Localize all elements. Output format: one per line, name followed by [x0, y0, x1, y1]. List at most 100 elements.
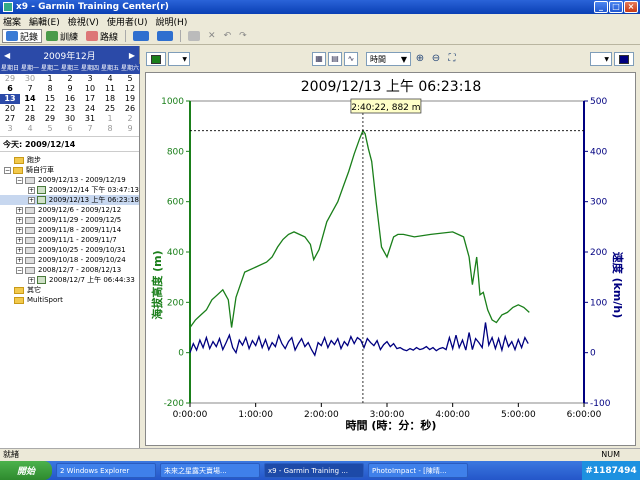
taskbar-item-active[interactable]: x9 - Garmin Training ...: [264, 463, 364, 478]
expand-icon[interactable]: +: [16, 226, 23, 234]
calendar-day[interactable]: 7: [80, 124, 100, 134]
tree-item-week[interactable]: −2009/12/13 - 2009/12/19: [0, 175, 139, 185]
calendar-day[interactable]: 19: [120, 94, 140, 104]
courses-button[interactable]: 路線: [82, 29, 122, 43]
tree-item-week[interactable]: +2009/11/1 - 2009/11/7: [0, 235, 139, 245]
calendar-day[interactable]: 3: [80, 74, 100, 84]
expand-icon[interactable]: +: [16, 256, 23, 264]
tree-item-week[interactable]: +2009/10/18 - 2009/10/24: [0, 255, 139, 265]
menu-user[interactable]: 使用者(U): [107, 15, 148, 28]
tree-item-activity-selected[interactable]: +2009/12/13 上午 06:23:18: [0, 195, 139, 205]
collapse-icon[interactable]: −: [16, 176, 23, 184]
right-series-color-picker[interactable]: [614, 52, 634, 66]
calendar-day[interactable]: 28: [20, 114, 40, 124]
calendar-day[interactable]: 7: [20, 84, 40, 94]
collapse-icon[interactable]: −: [4, 166, 11, 174]
calendar-day[interactable]: 1: [40, 74, 60, 84]
calendar-day[interactable]: 5: [40, 124, 60, 134]
calendar-day[interactable]: 27: [0, 114, 20, 124]
left-series-color-picker[interactable]: [146, 52, 166, 66]
tree-item-week[interactable]: +2009/11/8 - 2009/11/14: [0, 225, 139, 235]
menu-file[interactable]: 檔案: [3, 15, 21, 28]
start-button[interactable]: 開始: [0, 461, 52, 480]
expand-icon[interactable]: +: [28, 196, 35, 204]
taskbar-item[interactable]: PhotoImpact - [陳晴...: [368, 463, 468, 478]
history-button[interactable]: 記錄: [2, 29, 43, 43]
calendar-day[interactable]: 9: [60, 84, 80, 94]
taskbar-item[interactable]: 未來之星露天賣場...: [160, 463, 260, 478]
maximize-button[interactable]: □: [609, 1, 623, 13]
calendar-day[interactable]: 14: [20, 94, 40, 104]
left-series-dropdown[interactable]: ▼: [168, 52, 190, 66]
calendar-day[interactable]: 6: [60, 124, 80, 134]
calendar-day[interactable]: 18: [100, 94, 120, 104]
calendar-day[interactable]: 9: [120, 124, 140, 134]
calendar-day[interactable]: 16: [60, 94, 80, 104]
grid-icon[interactable]: ▦: [312, 52, 326, 66]
tree-item-other[interactable]: 其它: [0, 285, 139, 295]
calendar-day[interactable]: 6: [0, 84, 20, 94]
receive-from-device-button[interactable]: [129, 29, 153, 43]
calendar-day[interactable]: 11: [100, 84, 120, 94]
expand-icon[interactable]: +: [16, 216, 23, 224]
calendar-day[interactable]: 2: [60, 74, 80, 84]
calendar-day[interactable]: 10: [80, 84, 100, 94]
calendar-day[interactable]: 22: [40, 104, 60, 114]
calendar-day[interactable]: 29: [0, 74, 20, 84]
collapse-icon[interactable]: −: [16, 266, 23, 274]
calendar-day[interactable]: 4: [100, 74, 120, 84]
zoom-out-icon[interactable]: ⊖: [429, 52, 443, 66]
prev-month-icon[interactable]: ◀: [4, 51, 10, 60]
calendar-day[interactable]: 4: [20, 124, 40, 134]
tree-item-running[interactable]: 跑步: [0, 155, 139, 165]
zoom-fit-icon[interactable]: ⛶: [445, 52, 459, 66]
send-to-device-button[interactable]: [153, 29, 177, 43]
calendar-day[interactable]: 3: [0, 124, 20, 134]
expand-icon[interactable]: +: [28, 276, 35, 284]
calendar-day[interactable]: 20: [0, 104, 20, 114]
calendar-day[interactable]: 31: [80, 114, 100, 124]
tree-item-multisport[interactable]: MultiSport: [0, 295, 139, 305]
expand-icon[interactable]: +: [16, 236, 23, 244]
calendar-day[interactable]: 8: [100, 124, 120, 134]
expand-icon[interactable]: +: [28, 186, 35, 194]
calendar-day[interactable]: 25: [100, 104, 120, 114]
expand-icon[interactable]: +: [16, 206, 23, 214]
smooth-line-icon[interactable]: ∿: [344, 52, 358, 66]
tree-item-week[interactable]: +2009/12/6 - 2009/12/12: [0, 205, 139, 215]
calendar-day[interactable]: 5: [120, 74, 140, 84]
right-series-dropdown[interactable]: ▼: [590, 52, 612, 66]
calendar-day[interactable]: 21: [20, 104, 40, 114]
calendar-day-selected[interactable]: 13: [0, 94, 20, 104]
close-button[interactable]: ×: [624, 1, 638, 13]
tree-item-week[interactable]: −2008/12/7 - 2008/12/13: [0, 265, 139, 275]
menu-help[interactable]: 說明(H): [156, 15, 188, 28]
taskbar-item[interactable]: 2 Windows Explorer: [56, 463, 156, 478]
calendar-day[interactable]: 26: [120, 104, 140, 114]
chart-area[interactable]: 2009/12/13 上午 06:23:18 0:00:00 1:00:00 2:0…: [145, 72, 636, 446]
calendar-day[interactable]: 30: [20, 74, 40, 84]
calendar-day[interactable]: 1: [100, 114, 120, 124]
redo-button[interactable]: ↷: [235, 29, 251, 43]
today-label[interactable]: 今天: 2009/12/14: [0, 136, 139, 152]
split-view-icon[interactable]: ▤: [328, 52, 342, 66]
calendar-day[interactable]: 24: [80, 104, 100, 114]
undo-button[interactable]: ↶: [220, 29, 236, 43]
tree-item-biking[interactable]: − 騎自行車: [0, 165, 139, 175]
tree-item-week[interactable]: +2009/11/29 - 2009/12/5: [0, 215, 139, 225]
calendar-day[interactable]: 8: [40, 84, 60, 94]
calendar-day[interactable]: 29: [40, 114, 60, 124]
tree-item-activity[interactable]: +2008/12/7 上午 06:44:33: [0, 275, 139, 285]
calendar-day[interactable]: 30: [60, 114, 80, 124]
tree-item-week[interactable]: +2009/10/25 - 2009/10/31: [0, 245, 139, 255]
menu-view[interactable]: 檢視(V): [68, 15, 99, 28]
zoom-in-icon[interactable]: ⊕: [413, 52, 427, 66]
xaxis-select[interactable]: 時間 ▼: [366, 52, 411, 66]
calendar-day[interactable]: 17: [80, 94, 100, 104]
menu-edit[interactable]: 編輯(E): [29, 15, 60, 28]
expand-icon[interactable]: +: [16, 246, 23, 254]
new-button[interactable]: [184, 29, 204, 43]
training-button[interactable]: 訓練: [42, 29, 82, 43]
tree-item-activity[interactable]: +2009/12/14 下午 03:47:13: [0, 185, 139, 195]
minimize-button[interactable]: _: [594, 1, 608, 13]
